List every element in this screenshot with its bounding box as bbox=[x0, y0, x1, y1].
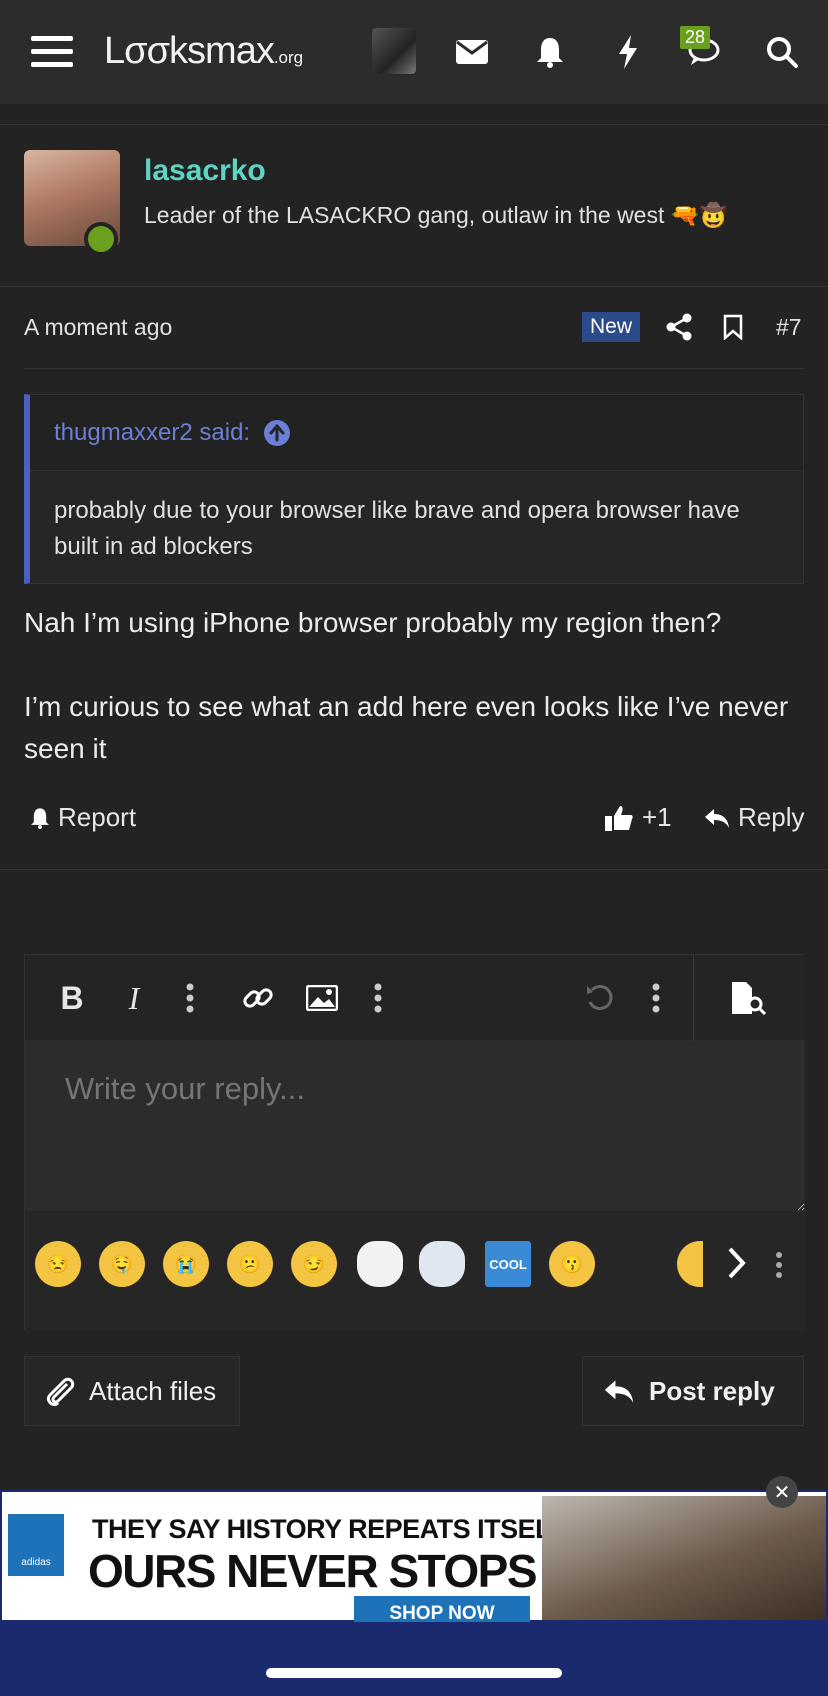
site-logo[interactable]: Lσσksmax.org bbox=[104, 30, 303, 73]
post-time[interactable]: A moment ago bbox=[24, 314, 172, 341]
bell-icon bbox=[31, 807, 49, 829]
quote-text: probably due to your browser like brave … bbox=[54, 497, 740, 560]
smilie-drool-icon[interactable]: 🤤 bbox=[99, 1241, 145, 1287]
sneaker-image bbox=[542, 1496, 826, 1620]
smilie-unamused-icon[interactable]: 😒 bbox=[35, 1241, 81, 1287]
report-label: Report bbox=[58, 802, 137, 832]
attach-files-button[interactable]: Attach files bbox=[24, 1356, 240, 1426]
new-badge: New bbox=[582, 312, 641, 342]
top-navigation-bar: Lσσksmax.org 28 bbox=[0, 0, 828, 104]
share-icon[interactable] bbox=[662, 310, 696, 344]
online-status-indicator bbox=[84, 222, 118, 256]
attach-files-label: Attach files bbox=[89, 1375, 217, 1406]
toolbar-divider bbox=[693, 955, 694, 1041]
quote-author[interactable]: thugmaxxer2 said: bbox=[54, 419, 250, 447]
reply-icon bbox=[604, 1380, 634, 1403]
like-button[interactable]: +1 bbox=[604, 802, 672, 833]
smilie-grimace-icon[interactable] bbox=[677, 1241, 703, 1287]
quote-block: thugmaxxer2 said: probably due to your b… bbox=[24, 394, 804, 584]
thumbs-up-icon bbox=[605, 805, 633, 831]
chevron-right-icon[interactable] bbox=[725, 1243, 749, 1288]
post-reply-label: Post reply bbox=[649, 1375, 775, 1406]
user-avatar-icon[interactable] bbox=[372, 28, 416, 74]
more-insert-options-icon[interactable] bbox=[355, 975, 401, 1021]
smilie-cool-icon[interactable]: COOL bbox=[485, 1241, 531, 1287]
adidas-logo: adidas bbox=[8, 1514, 64, 1576]
undo-icon[interactable] bbox=[577, 975, 623, 1021]
message-paragraph-1: Nah I’m using iPhone browser probably my… bbox=[24, 607, 722, 638]
quote-header[interactable]: thugmaxxer2 said: bbox=[30, 395, 803, 471]
search-icon[interactable] bbox=[760, 30, 804, 74]
post-number[interactable]: #7 bbox=[776, 314, 802, 341]
browser-bottom-bar bbox=[0, 1622, 828, 1696]
mail-icon[interactable] bbox=[450, 30, 494, 74]
bold-icon[interactable]: B bbox=[49, 975, 95, 1021]
editor-toolbar: B I bbox=[25, 955, 805, 1041]
arrow-up-circle-icon[interactable] bbox=[264, 419, 291, 446]
link-icon[interactable] bbox=[235, 975, 281, 1021]
report-button[interactable]: Report bbox=[30, 802, 136, 833]
logo-text: Lσσksmax bbox=[104, 30, 275, 72]
smilie-cry-icon[interactable]: 😭 bbox=[163, 1241, 209, 1287]
reaction-count: +1 bbox=[642, 802, 672, 832]
smilie-smirk-icon[interactable]: 😏 bbox=[291, 1241, 337, 1287]
post-meta-divider bbox=[24, 368, 804, 369]
close-icon[interactable]: ✕ bbox=[766, 1476, 798, 1508]
ad-headline-1: THEY SAY HISTORY REPEATS ITSELF bbox=[92, 1514, 568, 1544]
reply-textarea[interactable] bbox=[25, 1041, 805, 1211]
home-indicator[interactable] bbox=[266, 1668, 562, 1678]
more-options-icon[interactable] bbox=[633, 975, 679, 1021]
advertisement-banner[interactable]: adidas THEY SAY HISTORY REPEATS ITSELF O… bbox=[0, 1490, 828, 1632]
bell-icon[interactable] bbox=[528, 30, 572, 74]
reply-button[interactable]: Reply bbox=[704, 802, 804, 833]
smilie-wojak-icon[interactable] bbox=[357, 1241, 403, 1287]
smilie-more-icon[interactable] bbox=[775, 1251, 783, 1284]
preview-icon[interactable] bbox=[725, 975, 771, 1021]
menu-icon[interactable] bbox=[30, 30, 74, 74]
smilie-bar: 😒 🤤 😭 😕 😏 COOL 😗 bbox=[25, 1211, 805, 1331]
paperclip-icon bbox=[46, 1377, 75, 1407]
post-header-divider bbox=[0, 286, 828, 287]
more-text-options-icon[interactable] bbox=[167, 975, 213, 1021]
bookmark-icon[interactable] bbox=[716, 310, 750, 344]
post-reply-button[interactable]: Post reply bbox=[582, 1356, 804, 1426]
conversations-count-badge: 28 bbox=[680, 26, 711, 49]
reply-icon bbox=[705, 808, 729, 828]
poster-user-title: Leader of the LASACKRO gang, outlaw in t… bbox=[144, 202, 729, 228]
logo-suffix: .org bbox=[273, 48, 304, 67]
image-icon[interactable] bbox=[299, 975, 345, 1021]
reply-label: Reply bbox=[738, 802, 805, 832]
message-paragraph-2: I’m curious to see what an add here even… bbox=[24, 691, 789, 764]
lightning-icon[interactable] bbox=[606, 30, 650, 74]
smilie-crying-wojak-icon[interactable] bbox=[419, 1241, 465, 1287]
reply-editor: B I 😒 🤤 😭 😕 😏 COOL � bbox=[24, 954, 805, 1331]
poster-username[interactable]: lasacrko bbox=[144, 154, 266, 188]
ad-headline-2: OURS NEVER STOPS bbox=[88, 1545, 538, 1597]
smilie-kiss-icon[interactable]: 😗 bbox=[549, 1241, 595, 1287]
italic-icon[interactable]: I bbox=[111, 975, 157, 1021]
smilie-confused-icon[interactable]: 😕 bbox=[227, 1241, 273, 1287]
